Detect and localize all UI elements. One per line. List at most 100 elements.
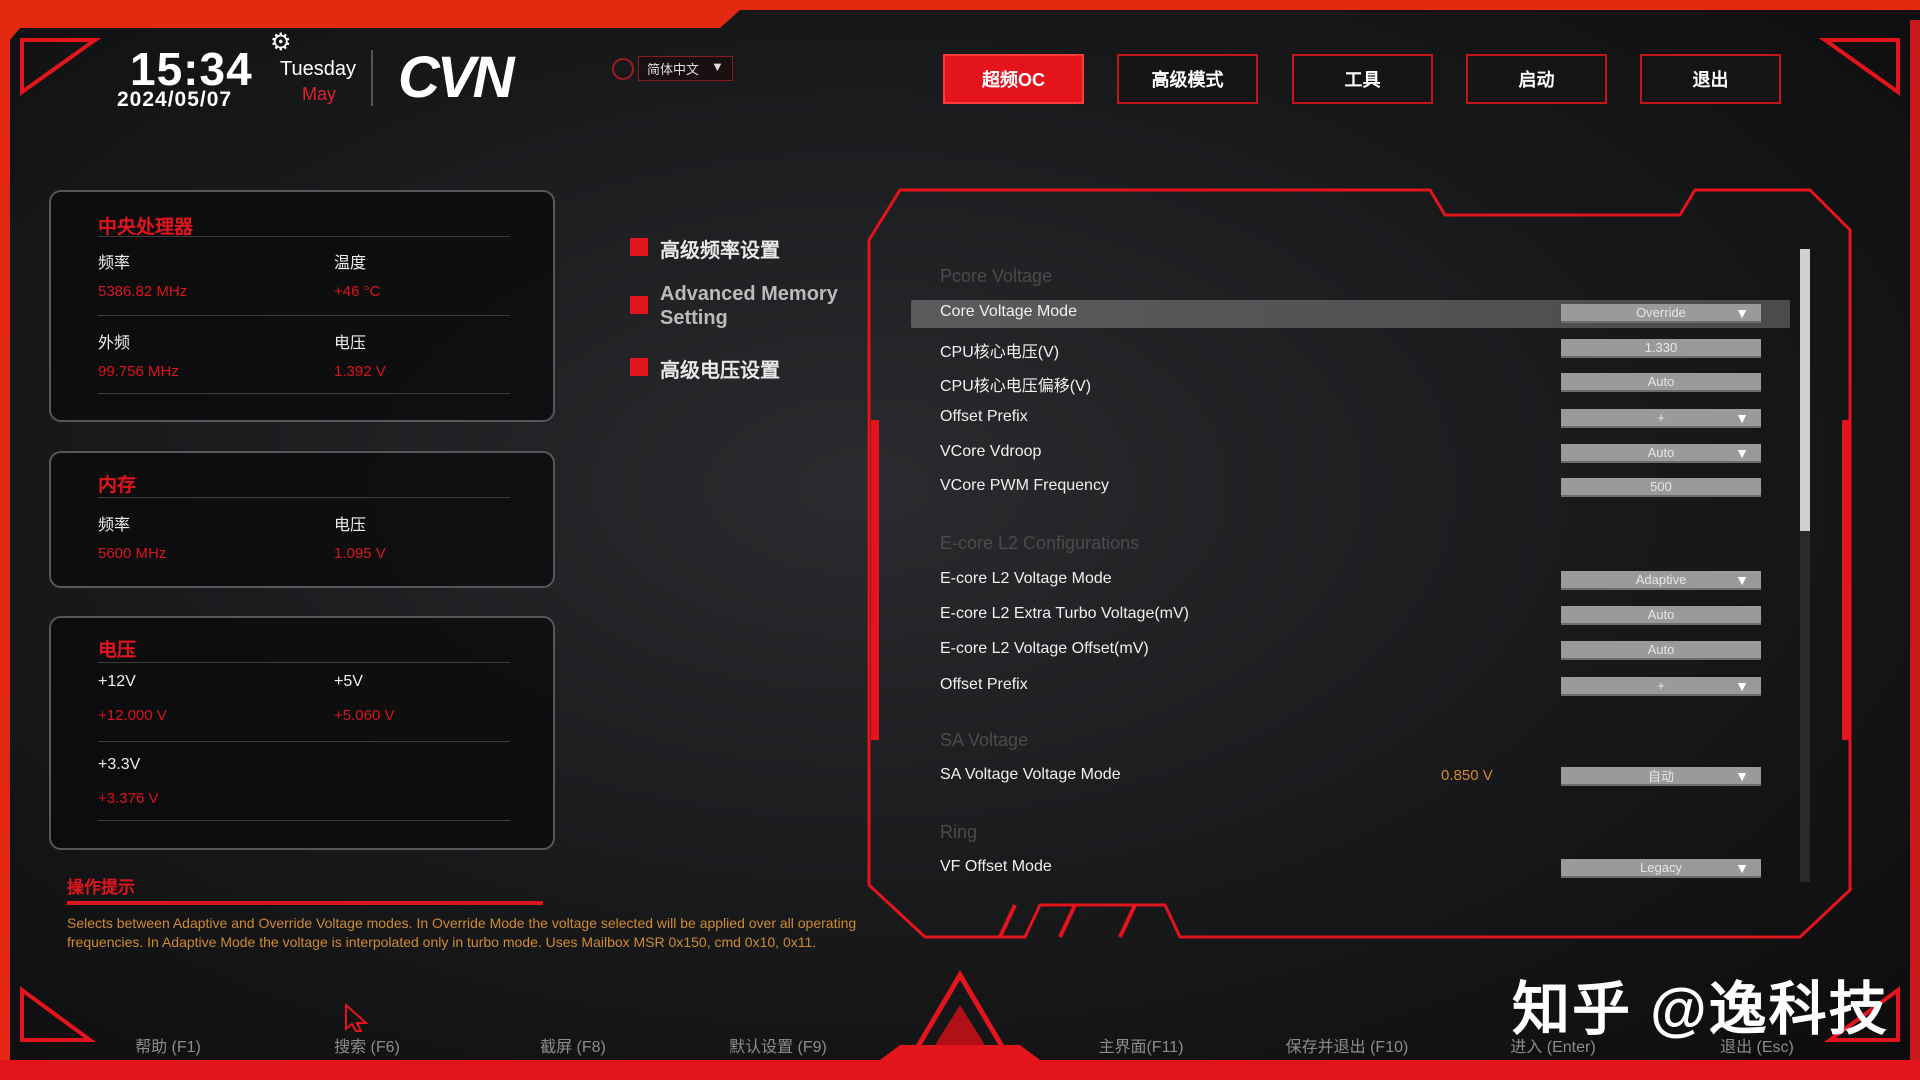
setting-label[interactable]: Core Voltage Mode	[940, 303, 1077, 321]
tab-tools[interactable]: 工具	[1292, 54, 1433, 104]
cpu-temp-value: +46 °C	[334, 283, 381, 300]
divider	[98, 315, 510, 316]
brand-logo: CVN	[398, 45, 514, 110]
v33-value: +3.376 V	[98, 790, 159, 807]
menu-advanced-voltage[interactable]: 高级电压设置	[630, 354, 780, 383]
memory-volt-label: 电压	[334, 517, 367, 534]
setting-value: Legacy	[1640, 860, 1682, 875]
footer-search[interactable]: 搜索 (F6)	[334, 1033, 400, 1057]
footer-screenshot[interactable]: 截屏 (F8)	[540, 1033, 606, 1057]
v12-value: +12.000 V	[98, 707, 167, 724]
weekday: Tuesday	[280, 58, 356, 80]
cpu-temp-label: 温度	[334, 255, 367, 272]
setting-input[interactable]: 500	[1561, 478, 1761, 497]
setting-dropdown[interactable]: 自动 ▼	[1561, 767, 1761, 786]
setting-value: Auto	[1647, 607, 1675, 622]
scrollbar-thumb[interactable]	[1800, 249, 1810, 531]
v5-value: +5.060 V	[334, 707, 395, 724]
scrollbar-track[interactable]	[1800, 249, 1810, 882]
setting-dropdown[interactable]: + ▼	[1561, 677, 1761, 696]
divider	[98, 820, 510, 821]
setting-label[interactable]: E-core L2 Voltage Mode	[940, 570, 1112, 588]
footer-defaults[interactable]: 默认设置 (F9)	[729, 1033, 827, 1057]
footer-save-exit[interactable]: 保存并退出 (F10)	[1286, 1033, 1409, 1057]
tab-exit[interactable]: 退出	[1640, 54, 1781, 104]
setting-dropdown[interactable]: Override ▼	[1561, 304, 1761, 323]
divider	[98, 497, 510, 498]
chevron-down-icon: ▼	[1735, 860, 1749, 876]
setting-input[interactable]: Auto	[1561, 606, 1761, 625]
setting-label[interactable]: E-core L2 Extra Turbo Voltage(mV)	[940, 605, 1189, 623]
cpu-volt-value: 1.392 V	[334, 363, 386, 380]
setting-value: 自动	[1647, 769, 1674, 784]
setting-value: +	[1657, 410, 1665, 425]
chevron-down-icon: ▼	[1735, 678, 1749, 694]
menu-label: 高级频率设置	[660, 240, 780, 262]
memory-volt-value: 1.095 V	[334, 545, 386, 562]
divider	[98, 393, 510, 394]
setting-dropdown[interactable]: Adaptive ▼	[1561, 571, 1761, 590]
bullet-icon	[630, 296, 648, 314]
setting-label[interactable]: E-core L2 Voltage Offset(mV)	[940, 640, 1149, 658]
setting-input[interactable]: 1.330	[1561, 339, 1761, 358]
language-selector[interactable]: 简体中文 ▼	[612, 56, 733, 81]
language-dropdown[interactable]: 简体中文 ▼	[638, 56, 733, 81]
chevron-down-icon: ▼	[1735, 445, 1749, 461]
v12-label: +12V	[98, 673, 136, 690]
setting-dropdown[interactable]: Auto ▼	[1561, 444, 1761, 463]
section-pcore-voltage: Pcore Voltage	[940, 266, 1053, 286]
clock-date: 2024/05/07	[117, 88, 233, 111]
memory-title: 内存	[98, 475, 137, 496]
footer-main[interactable]: 主界面(F11)	[1098, 1033, 1183, 1057]
tab-advanced[interactable]: 高级模式	[1117, 54, 1258, 104]
setting-dropdown[interactable]: Legacy ▼	[1561, 859, 1761, 878]
memory-freq-label: 频率	[98, 517, 131, 534]
setting-dropdown[interactable]: + ▼	[1561, 409, 1761, 428]
cpu-freq-label: 频率	[98, 255, 131, 272]
chevron-down-icon: ▼	[1735, 768, 1749, 784]
setting-label[interactable]: VCore Vdroop	[940, 443, 1041, 461]
setting-value: Override	[1636, 305, 1686, 320]
section-sa-voltage: SA Voltage	[940, 730, 1029, 750]
setting-value: 1.330	[1644, 340, 1678, 355]
setting-label[interactable]: Offset Prefix	[940, 408, 1028, 426]
cpu-freq-value: 5386.82 MHz	[98, 283, 188, 300]
menu-advanced-frequency[interactable]: 高级频率设置	[630, 234, 780, 263]
hint-title: 操作提示	[67, 878, 135, 897]
setting-input[interactable]: Auto	[1561, 641, 1761, 660]
setting-input[interactable]: Auto	[1561, 373, 1761, 392]
v5-label: +5V	[334, 673, 363, 690]
month: May	[302, 84, 337, 104]
gear-icon[interactable]: ⚙	[270, 28, 292, 57]
divider	[98, 236, 510, 237]
setting-label[interactable]: SA Voltage Voltage Mode	[940, 766, 1121, 784]
setting-value: +	[1657, 678, 1665, 693]
divider	[371, 50, 373, 106]
menu-advanced-memory[interactable]: Advanced Memory Setting	[630, 282, 860, 330]
section-ecore-l2: E-core L2 Configurations	[940, 533, 1140, 553]
cpu-title: 中央处理器	[98, 217, 194, 238]
mouse-cursor-icon	[345, 1003, 369, 1032]
setting-value: Auto	[1647, 445, 1675, 460]
setting-label[interactable]: VF Offset Mode	[940, 858, 1052, 876]
sa-voltage-reading: 0.850 V	[1441, 767, 1493, 784]
setting-value: Adaptive	[1635, 572, 1687, 587]
tab-overclock[interactable]: 超频OC	[943, 54, 1084, 104]
setting-value: Auto	[1647, 374, 1675, 389]
memory-freq-value: 5600 MHz	[98, 545, 167, 562]
setting-value: 500	[1650, 479, 1672, 494]
divider	[98, 662, 510, 663]
setting-label[interactable]: Offset Prefix	[940, 676, 1028, 694]
setting-label[interactable]: CPU核心电压(V)	[940, 338, 1059, 362]
chevron-down-icon: ▼	[1735, 572, 1749, 588]
chevron-down-icon: ▼	[1735, 305, 1749, 321]
menu-label: 高级电压设置	[660, 360, 780, 382]
language-value: 简体中文	[647, 62, 700, 77]
setting-label[interactable]: VCore PWM Frequency	[940, 477, 1109, 495]
hint-text: Selects between Adaptive and Override Vo…	[67, 915, 857, 950]
chevron-down-icon: ▼	[711, 59, 724, 74]
tab-boot[interactable]: 启动	[1466, 54, 1607, 104]
footer-help[interactable]: 帮助 (F1)	[135, 1033, 201, 1057]
setting-label[interactable]: CPU核心电压偏移(V)	[940, 372, 1091, 396]
bullet-icon	[630, 238, 648, 256]
